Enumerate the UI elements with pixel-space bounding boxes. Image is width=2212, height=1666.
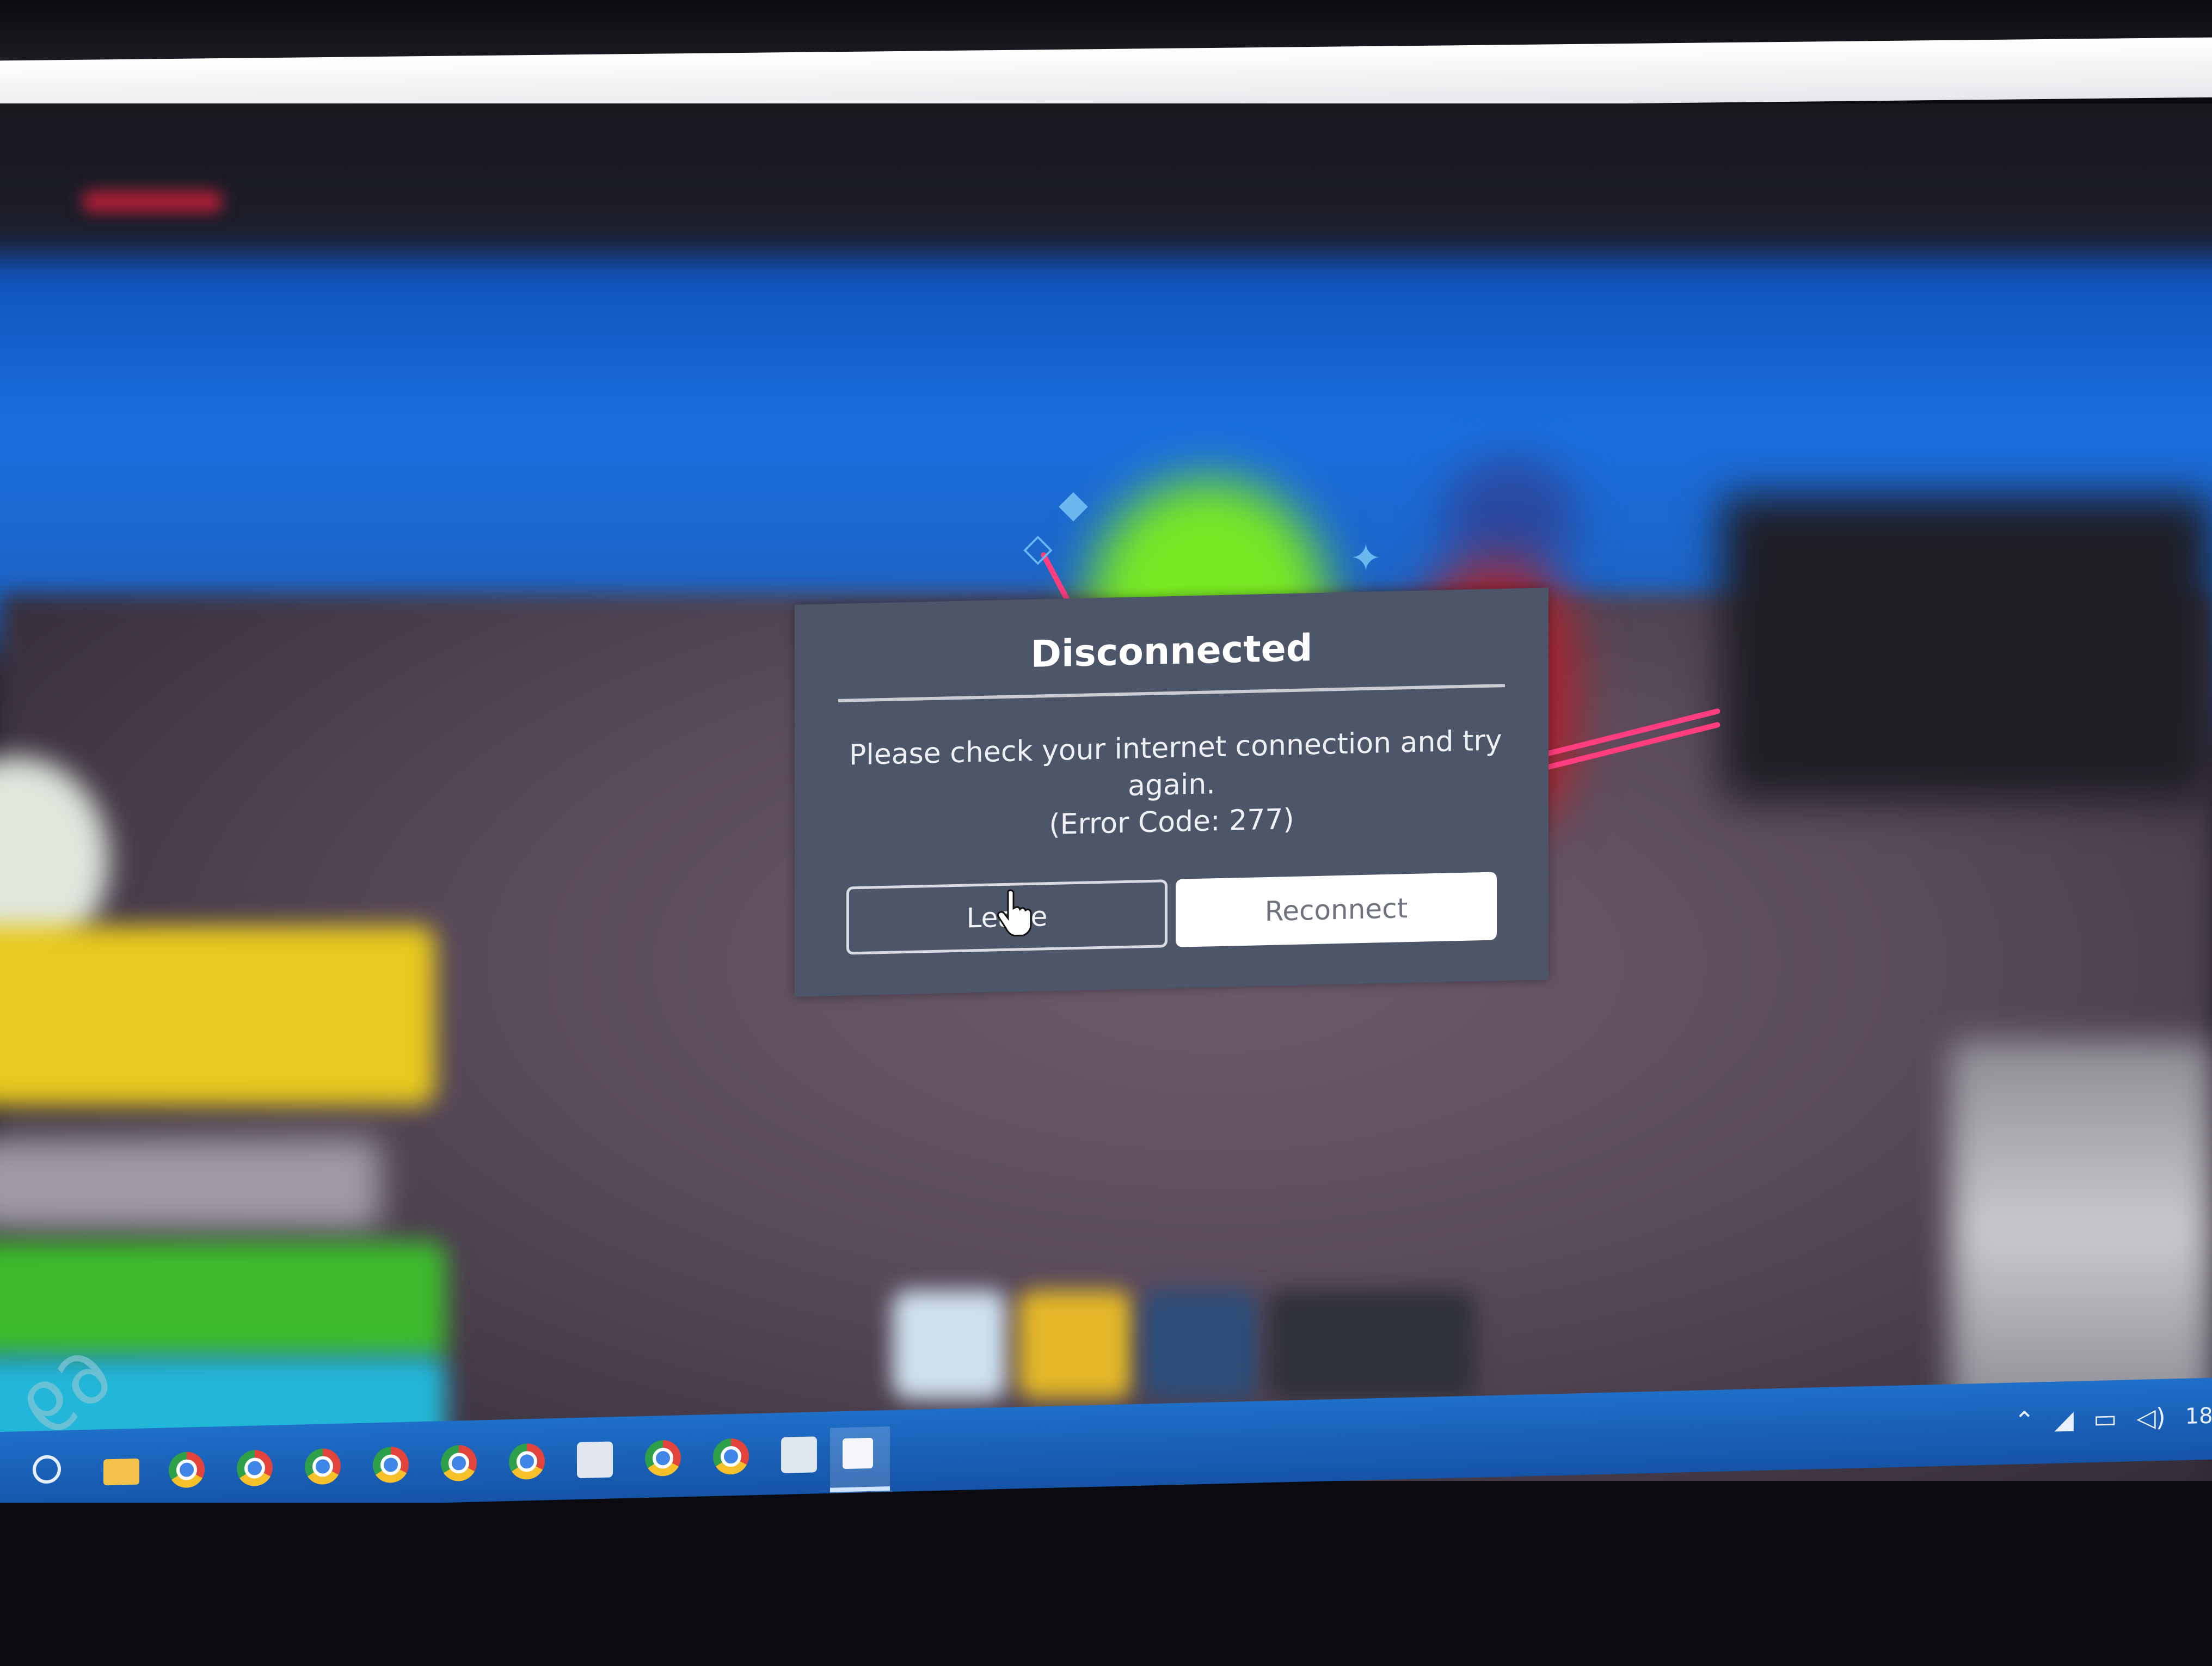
top-bar-badge [82,191,223,212]
hotbar-slot-3[interactable] [1143,1290,1257,1399]
hud-yellow-bar [0,926,435,1105]
chrome-icon[interactable] [169,1451,205,1489]
hotbar [893,1290,1491,1410]
dialog-message: Please check your internet connection an… [849,722,1502,848]
taskbar-clock[interactable]: 18: [2185,1403,2212,1429]
hud-grey-bar [0,1138,381,1230]
chrome-icon[interactable] [305,1448,341,1485]
waypoint-marker-icon: ◇ [1023,525,1053,569]
roblox-icon[interactable] [843,1437,873,1469]
hotbar-slot-2[interactable] [1018,1290,1132,1399]
waypoint-marker-icon: ◆ [1059,481,1088,526]
reconnect-button[interactable]: Reconnect [1176,872,1497,947]
game-character-head [1442,457,1578,577]
folder-icon[interactable] [103,1458,139,1486]
hand-cursor-icon [997,889,1032,937]
network-icon[interactable]: ◢ [2055,1405,2074,1435]
chrome-icon[interactable] [441,1444,477,1482]
game-dark-structure [1722,495,2212,800]
chrome-icon[interactable] [373,1446,409,1484]
chrome-icon[interactable] [645,1440,681,1477]
dialog-divider [838,684,1505,702]
search-icon[interactable] [33,1455,61,1484]
app-icon[interactable] [577,1441,613,1479]
dialog-title: Disconnected [1030,627,1313,676]
chevron-up-icon[interactable]: ⌃ [2014,1406,2035,1436]
chrome-icon[interactable] [237,1449,273,1487]
hotbar-slot-1[interactable] [893,1290,1007,1399]
app-icon[interactable] [781,1436,817,1473]
monitor-bezel-bottom [0,1503,2212,1666]
chrome-icon[interactable] [713,1438,749,1475]
waypoint-marker-icon: ✦ [1350,536,1382,580]
system-tray: ⌃ ◢ ▭ ◁) 18: [2014,1388,2212,1448]
chrome-icon[interactable] [509,1443,545,1480]
disconnected-dialog: Disconnected Please check your internet … [795,587,1549,997]
volume-icon[interactable]: ◁) [2136,1402,2165,1432]
battery-icon[interactable]: ▭ [2093,1404,2117,1434]
hud-right-panel [1951,1040,2212,1421]
hotbar-slot-4[interactable] [1268,1290,1475,1399]
